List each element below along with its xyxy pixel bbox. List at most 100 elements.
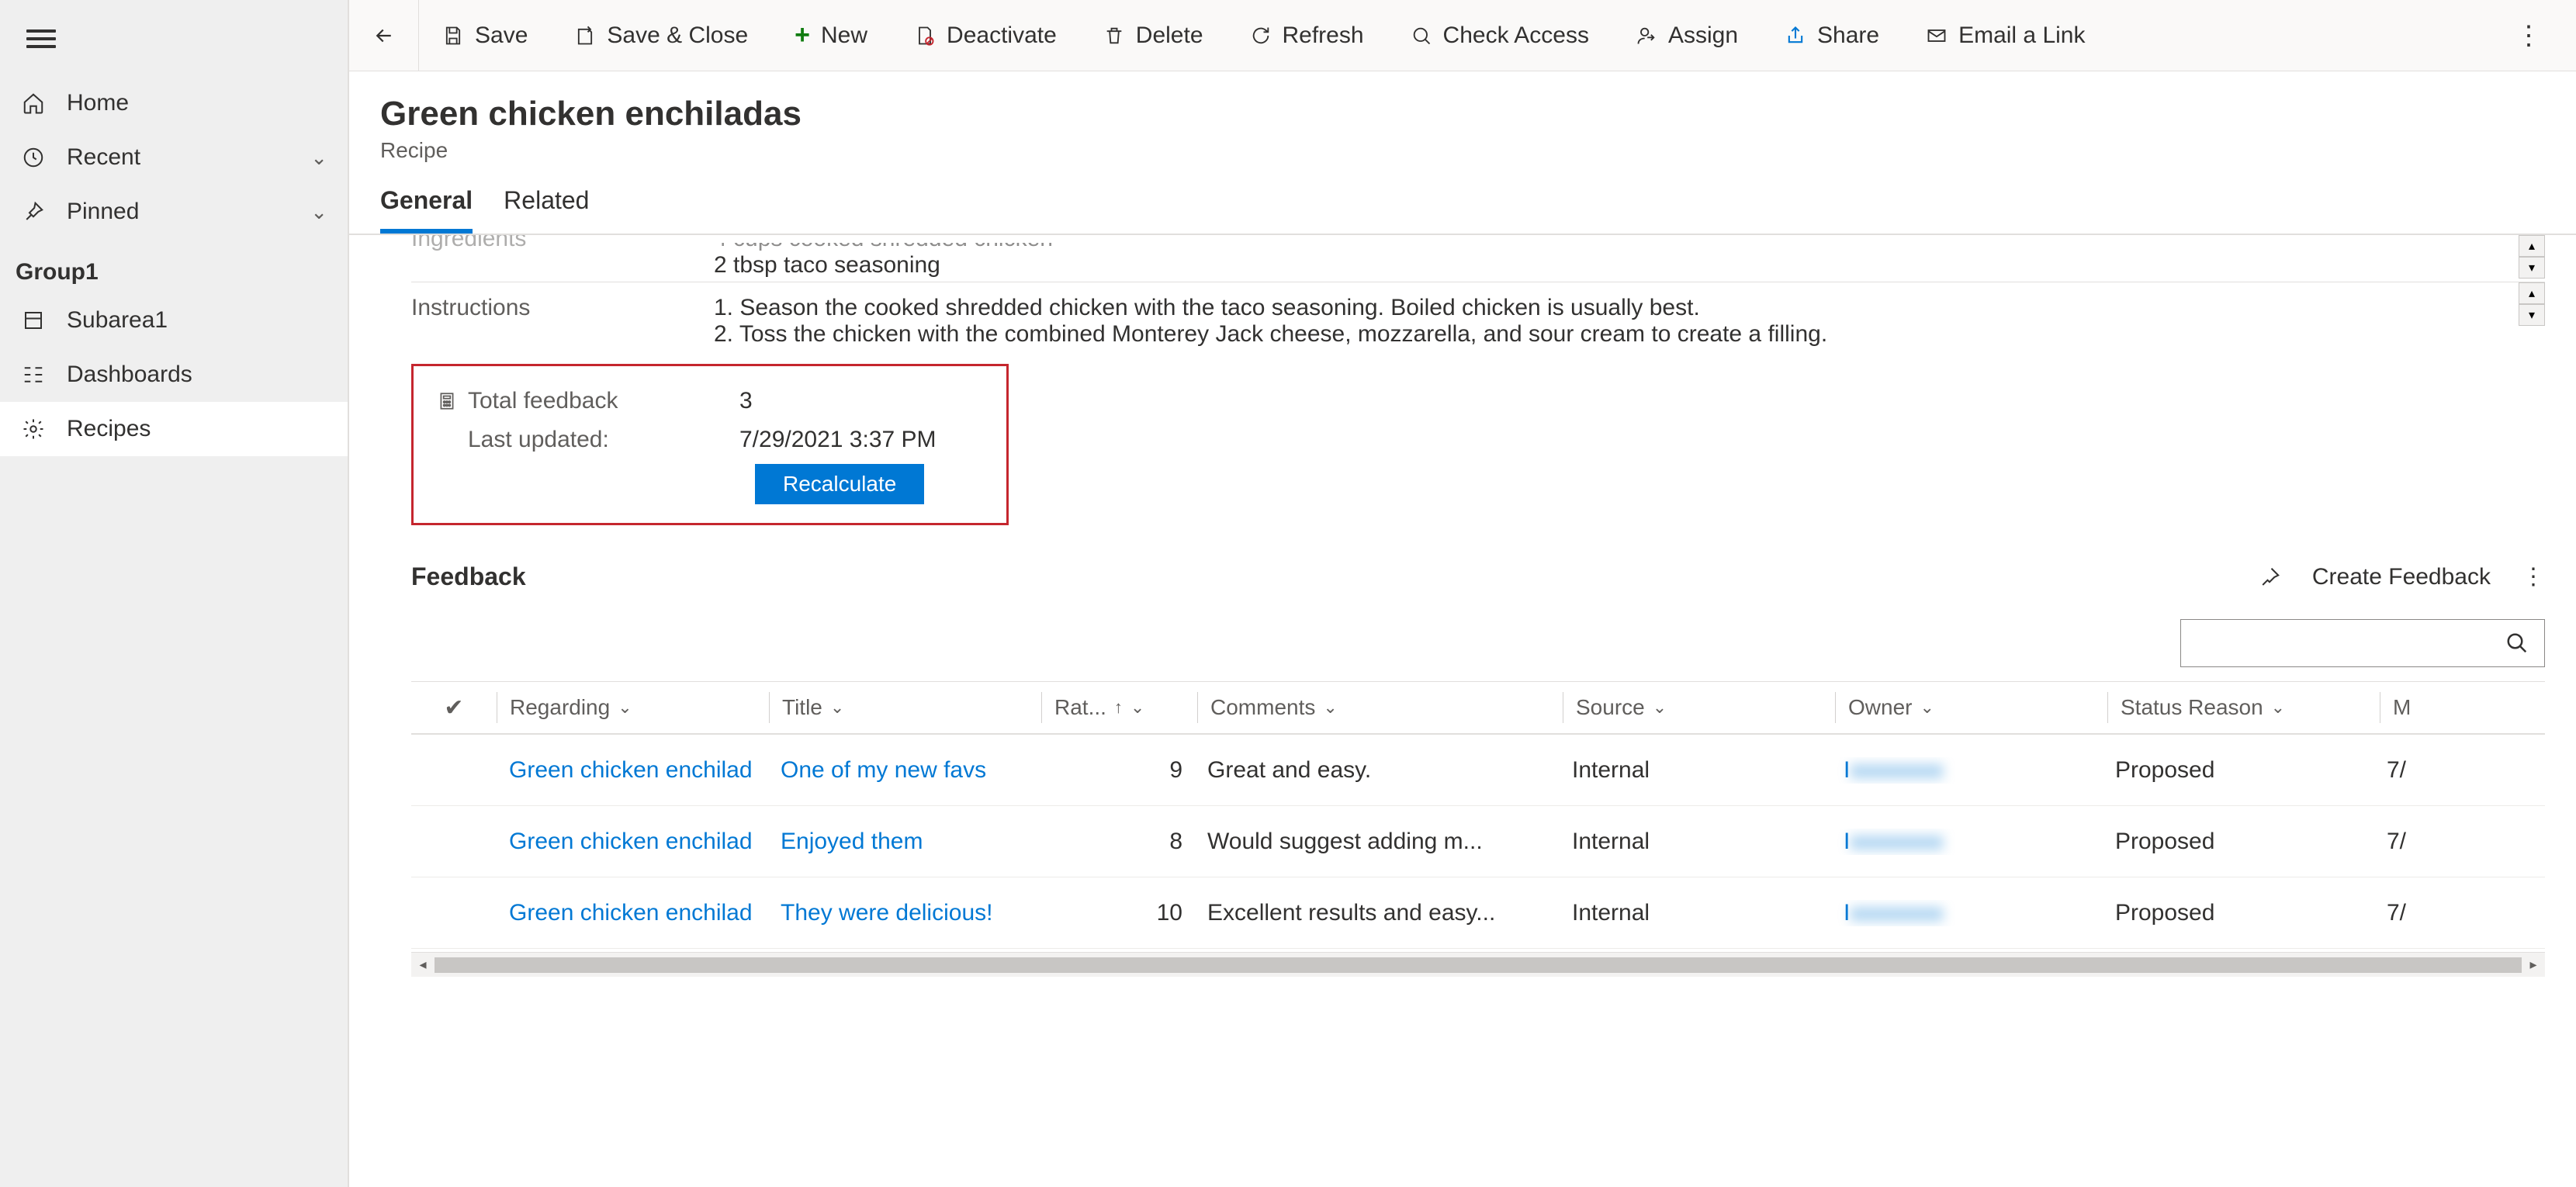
chevron-down-icon: ⌄ [1653,697,1667,718]
cell-rating: 10 [1040,900,1195,926]
instructions-line2: 2. Toss the chicken with the combined Mo… [714,321,2545,348]
cell-title[interactable]: One of my new favs [768,757,1040,784]
refresh-button[interactable]: Refresh [1227,0,1387,71]
cell-regarding[interactable]: Green chicken enchilad [497,900,768,926]
scroll-down-icon[interactable]: ▾ [2519,257,2545,279]
more-commands[interactable]: ⋮ [2489,20,2568,51]
nav-dashboards-label: Dashboards [67,362,192,388]
tab-general[interactable]: General [380,186,473,234]
col-more[interactable]: M [2380,695,2443,720]
feedback-search[interactable] [2180,619,2545,667]
scroll-up-icon[interactable]: ▴ [2519,235,2545,257]
new-button[interactable]: + New [771,0,891,71]
pin-icon [20,200,47,223]
cell-source: Internal [1560,900,1831,926]
nav-subarea1[interactable]: Subarea1 [0,293,348,348]
feedback-section: Feedback Create Feedback ⋮ [411,556,2545,977]
delete-label: Delete [1136,22,1203,49]
col-source[interactable]: Source⌄ [1563,695,1835,720]
cell-title[interactable]: Enjoyed them [768,829,1040,855]
rollup-box: Total feedback 3 Last updated: 7/29/2021… [411,364,1009,525]
total-feedback-label: Total feedback [468,388,618,414]
col-rating[interactable]: Rat...↑⌄ [1042,695,1197,720]
instructions-scroll[interactable]: ▴ ▾ [2519,282,2545,326]
dashboard-icon [20,363,47,386]
cell-more: 7/ [2374,900,2436,926]
last-updated-value: 7/29/2021 3:37 PM [739,427,937,453]
assign-icon [1636,25,1657,47]
feedback-grid: ✔ Regarding⌄ Title⌄ Rat...↑⌄ Comments⌄ S… [411,681,2545,977]
total-feedback-row: Total feedback 3 [437,382,983,420]
nav-recent[interactable]: Recent ⌄ [0,130,348,185]
nav-dashboards[interactable]: Dashboards [0,348,348,402]
chevron-down-icon: ⌄ [1920,697,1934,718]
create-feedback-button[interactable]: Create Feedback [2312,564,2491,590]
share-label: Share [1817,22,1879,49]
table-row[interactable]: Green chicken enchilad They were delicio… [411,877,2545,949]
back-button[interactable] [349,0,419,71]
tab-related[interactable]: Related [504,186,589,234]
ingredients-value[interactable]: 4 cups cooked shredded chicken 2 tbsp ta… [714,243,2545,279]
feedback-header: Feedback Create Feedback ⋮ [411,556,2545,605]
field-instructions: Instructions 1. Season the cooked shredd… [411,282,2545,348]
save-close-button[interactable]: Save & Close [551,0,771,71]
chevron-down-icon: ⌄ [310,200,327,224]
nav-recipes[interactable]: Recipes [0,402,348,456]
chevron-down-icon: ⌄ [310,146,327,170]
cell-status: Proposed [2103,757,2374,784]
ingredients-label: Ingredients [411,235,714,252]
instructions-value[interactable]: 1. Season the cooked shredded chicken wi… [714,295,2545,348]
horizontal-scrollbar[interactable]: ◂ ▸ [411,952,2545,977]
cell-title[interactable]: They were delicious! [768,900,1040,926]
col-title[interactable]: Title⌄ [770,695,1041,720]
assign-button[interactable]: Assign [1612,0,1761,71]
record-header: Green chicken enchiladas Recipe [349,71,2576,163]
pin-icon[interactable] [2258,566,2281,589]
scroll-up-icon[interactable]: ▴ [2519,282,2545,304]
tabs: General Related [349,163,2576,235]
cell-more: 7/ [2374,829,2436,855]
nav-group-label: Group1 [0,239,348,293]
table-row[interactable]: Green chicken enchilad One of my new fav… [411,735,2545,806]
nav-subarea1-label: Subarea1 [67,307,168,334]
cell-regarding[interactable]: Green chicken enchilad [497,829,768,855]
plus-icon: + [795,20,810,50]
check-access-label: Check Access [1443,22,1589,49]
cell-source: Internal [1560,757,1831,784]
save-button[interactable]: Save [419,0,551,71]
check-access-icon [1411,25,1432,47]
chevron-down-icon: ⌄ [1130,697,1144,718]
table-row[interactable]: Green chicken enchilad Enjoyed them 8 Wo… [411,806,2545,877]
cell-status: Proposed [2103,900,2374,926]
scroll-left-icon[interactable]: ◂ [411,957,435,973]
grid-header: ✔ Regarding⌄ Title⌄ Rat...↑⌄ Comments⌄ S… [411,682,2545,735]
hamburger-menu[interactable] [0,16,348,76]
scroll-track[interactable] [435,957,2522,973]
nav-recent-label: Recent [67,144,140,171]
cell-comments: Excellent results and easy... [1195,900,1560,926]
share-button[interactable]: Share [1761,0,1903,71]
ingredients-line1: 4 cups cooked shredded chicken [714,243,2545,252]
nav-pinned[interactable]: Pinned ⌄ [0,185,348,239]
recalculate-button[interactable]: Recalculate [755,464,924,504]
form-body: Ingredients 4 cups cooked shredded chick… [349,235,2576,1187]
email-icon [1926,25,1948,47]
chevron-down-icon: ⌄ [618,697,632,718]
nav-home[interactable]: Home [0,76,348,130]
cell-more: 7/ [2374,757,2436,784]
scroll-right-icon[interactable]: ▸ [2522,957,2545,973]
ingredients-scroll[interactable]: ▴ ▾ [2519,235,2545,279]
check-access-button[interactable]: Check Access [1387,0,1612,71]
col-comments[interactable]: Comments⌄ [1198,695,1563,720]
col-owner[interactable]: Owner⌄ [1836,695,2107,720]
cell-status: Proposed [2103,829,2374,855]
deactivate-button[interactable]: Deactivate [891,0,1080,71]
delete-button[interactable]: Delete [1080,0,1227,71]
scroll-down-icon[interactable]: ▾ [2519,304,2545,326]
col-status[interactable]: Status Reason⌄ [2108,695,2380,720]
select-all[interactable]: ✔ [411,694,497,722]
cell-regarding[interactable]: Green chicken enchilad [497,757,768,784]
email-link-button[interactable]: Email a Link [1903,0,2108,71]
more-icon[interactable]: ⋮ [2522,563,2545,590]
col-regarding[interactable]: Regarding⌄ [497,695,769,720]
